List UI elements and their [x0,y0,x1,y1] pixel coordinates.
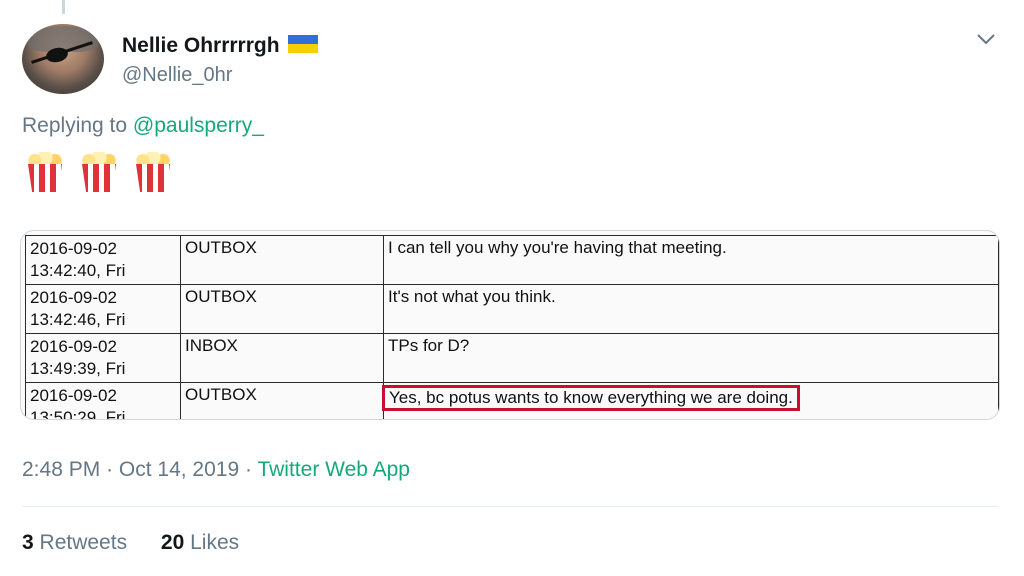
chevron-down-icon[interactable] [976,32,996,46]
likes-label: Likes [190,531,240,554]
box-cell: OUTBOX [180,284,384,334]
box-cell: INBOX [180,333,384,383]
thread-connector-line [62,0,65,14]
row-date: 2016-09-02 [30,337,117,356]
date-cell: 2016-09-02 13:50:29, Fri [25,382,181,420]
popcorn-icon [26,152,64,192]
meta-separator: · [245,458,252,481]
table-row: 2016-09-02 13:42:40, Fri OUTBOX I can tel… [25,235,999,285]
box-cell: OUTBOX [180,382,384,419]
retweets-stat[interactable]: 3 Retweets [22,531,127,554]
table-row: 2016-09-02 13:49:39, Fri INBOX TPs for D? [25,333,999,383]
replying-to-label: Replying to [22,114,128,137]
avatar[interactable] [22,24,104,94]
row-time: 13:42:46, Fri [30,310,126,329]
tweet-stats: 3 Retweets 20 Likes [22,531,267,555]
replying-to-line: Replying to @paulsperry_ [22,114,264,138]
date-cell: 2016-09-02 13:42:46, Fri [25,284,181,334]
ukraine-flag-icon [287,35,318,53]
likes-stat[interactable]: 20 Likes [161,531,239,554]
popcorn-icon [80,152,118,192]
date-cell: 2016-09-02 13:42:40, Fri [25,235,181,285]
divider [22,506,998,507]
retweets-label: Retweets [39,531,128,554]
row-date: 2016-09-02 [30,239,117,258]
display-name-row[interactable]: Nellie Ohrrrrrgh [122,34,318,58]
user-handle[interactable]: @Nellie_0hr [122,64,232,87]
display-name[interactable]: Nellie Ohrrrrrgh [122,34,280,57]
highlighted-message: Yes, bc potus wants to know everything w… [382,385,800,411]
message-cell: I can tell you why you're having that me… [383,235,999,285]
source-app-link[interactable]: Twitter Web App [257,458,410,481]
message-cell: It's not what you think. [383,284,999,334]
likes-count: 20 [160,531,185,554]
tweet-meta: 2:48 PM · Oct 14, 2019 · Twitter Web App [22,458,410,482]
message-cell: TPs for D? [383,333,999,383]
row-date: 2016-09-02 [30,386,117,405]
row-date: 2016-09-02 [30,288,117,307]
retweets-count: 3 [22,531,34,554]
tweet-image[interactable]: 2016-09-02 13:42:40, Fri OUTBOX I can tel… [20,230,1000,420]
box-cell: OUTBOX [180,235,384,285]
row-time: 13:49:39, Fri [30,359,126,378]
popcorn-icon [134,152,172,192]
reply-mention-link[interactable]: @paulsperry_ [133,114,264,137]
tweet-emoji-text [26,152,172,192]
tweet-date[interactable]: Oct 14, 2019 [119,458,239,481]
row-time: 13:42:40, Fri [30,261,126,280]
meta-separator: · [106,458,114,481]
table-row: 2016-09-02 13:50:29, Fri OUTBOX Yes, bc p… [25,382,999,420]
row-time: 13:50:29, Fri [30,408,126,420]
message-cell: Yes, bc potus wants to know everything w… [382,382,999,419]
table-row: 2016-09-02 13:42:46, Fri OUTBOX It's not … [25,284,999,334]
message-log-table: 2016-09-02 13:42:40, Fri OUTBOX I can tel… [25,235,999,420]
date-cell: 2016-09-02 13:49:39, Fri [25,333,181,383]
tweet-time[interactable]: 2:48 PM [22,458,100,481]
